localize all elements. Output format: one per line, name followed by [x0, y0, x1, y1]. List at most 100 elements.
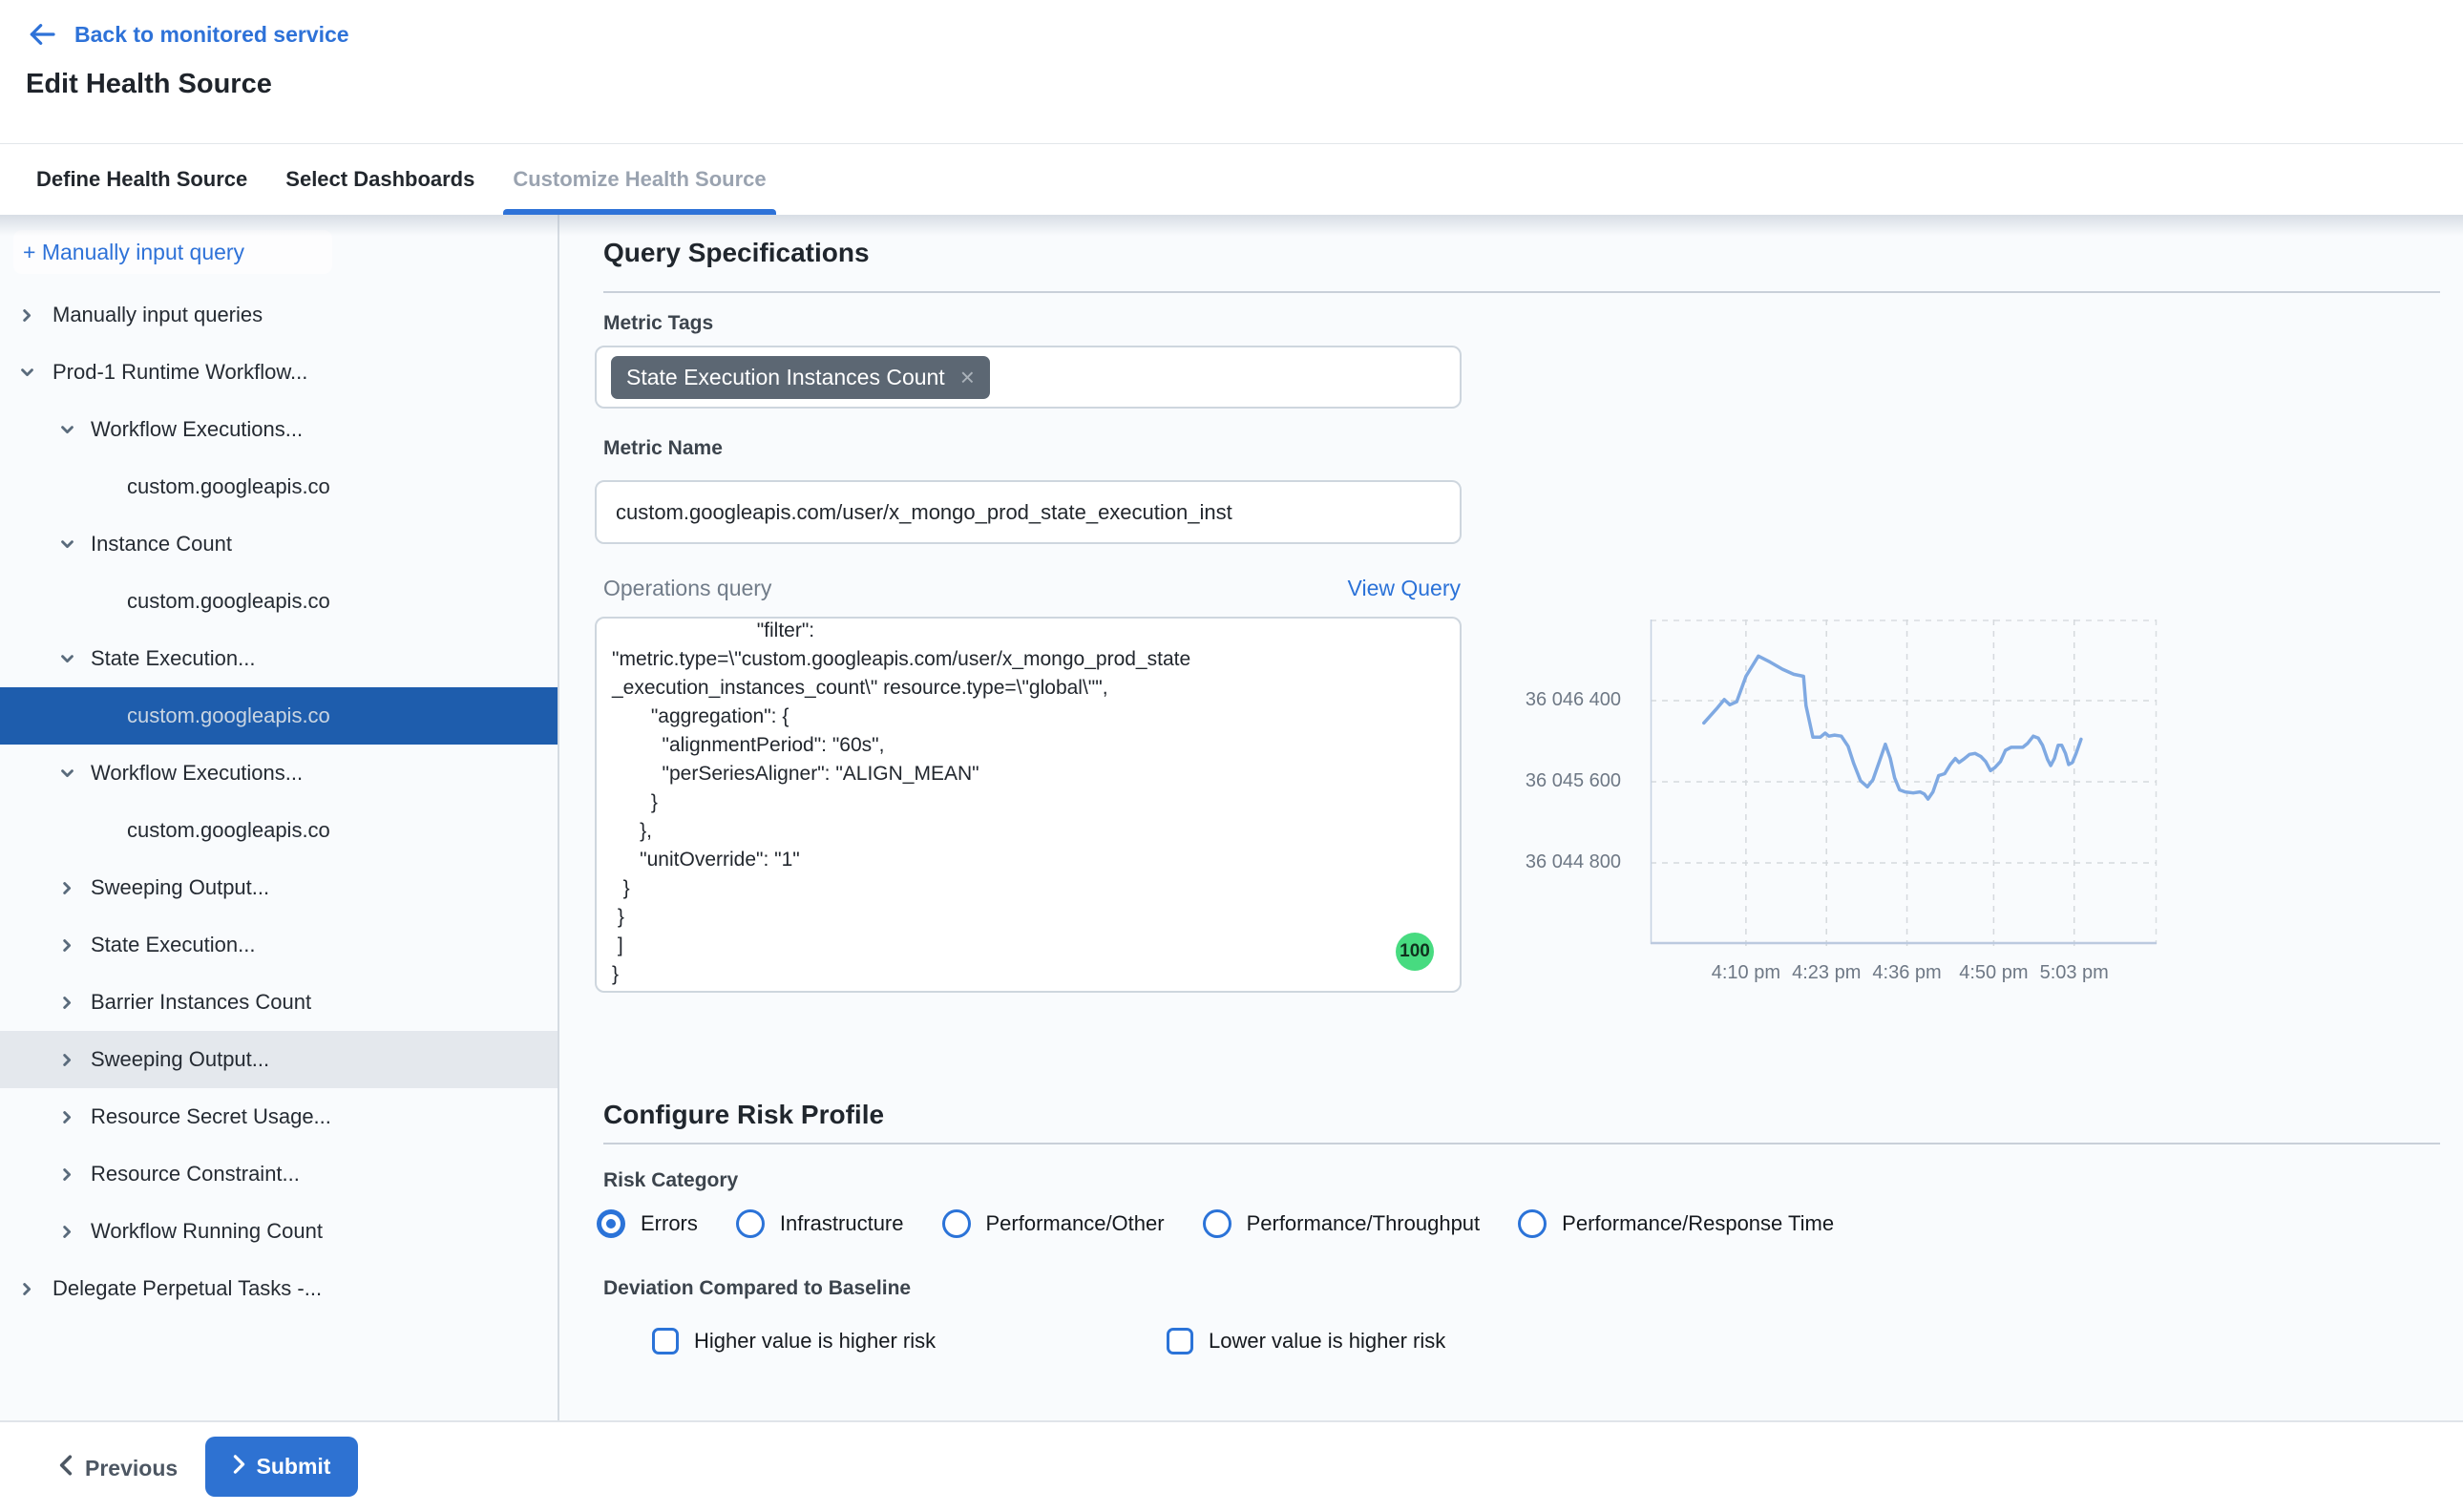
chevron-right-icon[interactable] — [59, 1109, 75, 1125]
chevron-right-icon[interactable] — [19, 307, 35, 324]
radio-icon[interactable] — [942, 1209, 971, 1238]
x-axis-tick-label: 5:03 pm — [2008, 962, 2141, 984]
checkbox-icon[interactable] — [1167, 1328, 1193, 1354]
chevron-right-icon — [233, 1454, 245, 1480]
tree-item-label: Prod-1 Runtime Workflow... — [53, 360, 307, 385]
chevron-right-icon[interactable] — [59, 995, 75, 1011]
metric-sidebar: + Manually input query Manually input qu… — [0, 215, 559, 1420]
previous-button-label: Previous — [85, 1456, 178, 1481]
metric-name-value: custom.googleapis.com/user/x_mongo_prod_… — [616, 500, 1232, 525]
tree-item-label: Manually input queries — [53, 303, 263, 327]
checkbox-icon[interactable] — [652, 1328, 679, 1354]
risk-category-label: Risk Category — [603, 1169, 738, 1192]
chevron-down-icon[interactable] — [19, 365, 35, 381]
radio-icon[interactable] — [1203, 1209, 1232, 1238]
risk-radio-performance-throughput[interactable]: Performance/Throughput — [1203, 1209, 1481, 1238]
chevron-right-icon[interactable] — [59, 880, 75, 896]
tree-item[interactable]: Resource Constraint... — [0, 1145, 558, 1203]
deviation-checkbox-lower-value-is-higher-risk[interactable]: Lower value is higher risk — [1167, 1328, 1445, 1354]
radio-icon[interactable] — [1518, 1209, 1547, 1238]
query-records-badge: 100 — [1396, 933, 1434, 971]
radio-selected-icon[interactable] — [597, 1209, 625, 1238]
tree-item-label: Resource Secret Usage... — [91, 1104, 331, 1129]
tree-item-label: custom.googleapis.co — [127, 704, 330, 728]
metric-name-label: Metric Name — [603, 437, 723, 460]
risk-radio-label: Performance/Throughput — [1247, 1211, 1481, 1236]
tree-item[interactable]: Workflow Executions... — [0, 401, 558, 458]
section-divider — [603, 1143, 2440, 1144]
tab-customize-health-source[interactable]: Customize Health Source — [503, 144, 775, 215]
tab-bar: Define Health Source Select Dashboards Cus… — [0, 143, 2463, 215]
tree-item[interactable]: Sweeping Output... — [0, 1031, 558, 1088]
tree-item-label: Resource Constraint... — [91, 1162, 300, 1186]
y-axis-tick-label: 36 045 600 — [1470, 770, 1621, 792]
tree-item-label: Delegate Perpetual Tasks -... — [53, 1276, 322, 1301]
metric-tags-input[interactable]: State Execution Instances Count × — [595, 346, 1462, 409]
view-query-link[interactable]: View Query — [1348, 576, 1461, 601]
metric-name-input[interactable]: custom.googleapis.com/user/x_mongo_prod_… — [595, 480, 1462, 544]
tree-item[interactable]: Barrier Instances Count — [0, 974, 558, 1031]
chevron-right-icon[interactable] — [59, 1166, 75, 1183]
chevron-down-icon[interactable] — [59, 651, 75, 667]
tree-item-label: Instance Count — [91, 532, 232, 556]
risk-radio-performance-response-time[interactable]: Performance/Response Time — [1518, 1209, 1834, 1238]
section-divider — [603, 291, 2440, 293]
tree-item-label: Workflow Running Count — [91, 1219, 323, 1244]
tree-item[interactable]: Prod-1 Runtime Workflow... — [0, 344, 558, 401]
chevron-down-icon[interactable] — [59, 766, 75, 782]
radio-icon[interactable] — [736, 1209, 765, 1238]
risk-radio-label: Errors — [641, 1211, 698, 1236]
metric-tag-chip[interactable]: State Execution Instances Count × — [611, 356, 990, 399]
metric-tags-label: Metric Tags — [603, 312, 713, 335]
add-manual-query-button[interactable]: + Manually input query — [13, 230, 332, 274]
risk-radio-label: Infrastructure — [780, 1211, 904, 1236]
deviation-checkbox-label: Higher value is higher risk — [694, 1329, 936, 1354]
tree-item[interactable]: custom.googleapis.co — [0, 573, 558, 630]
risk-radio-performance-other[interactable]: Performance/Other — [942, 1209, 1165, 1238]
chevron-down-icon[interactable] — [59, 422, 75, 438]
tree-item[interactable]: Delegate Perpetual Tasks -... — [0, 1260, 558, 1317]
metric-tree: Manually input queries Prod-1 Runtime Wor… — [0, 286, 558, 1317]
chevron-left-icon — [59, 1455, 73, 1481]
operations-query-editor[interactable]: "filter": "metric.type=\"custom.googleap… — [595, 617, 1462, 993]
deviation-checkbox-label: Lower value is higher risk — [1209, 1329, 1445, 1354]
tree-item[interactable]: Instance Count — [0, 515, 558, 573]
tree-item[interactable]: custom.googleapis.co — [0, 458, 558, 515]
submit-button[interactable]: Submit — [205, 1437, 358, 1497]
chevron-right-icon[interactable] — [19, 1281, 35, 1297]
chevron-right-icon[interactable] — [59, 1224, 75, 1240]
deviation-label: Deviation Compared to Baseline — [603, 1277, 911, 1300]
tree-item[interactable]: Sweeping Output... — [0, 859, 558, 916]
previous-button[interactable]: Previous — [59, 1445, 178, 1491]
metric-tag-chip-label: State Execution Instances Count — [626, 365, 945, 390]
tree-item[interactable]: Manually input queries — [0, 286, 558, 344]
tree-item-label: State Execution... — [91, 646, 255, 671]
tree-item-label: Sweeping Output... — [91, 875, 269, 900]
back-link[interactable]: Back to monitored service — [27, 21, 349, 48]
x-axis-tick-label: 4:36 pm — [1841, 962, 1974, 984]
tree-item[interactable]: Resource Secret Usage... — [0, 1088, 558, 1145]
risk-radio-infrastructure[interactable]: Infrastructure — [736, 1209, 904, 1238]
tree-item[interactable]: custom.googleapis.co — [0, 687, 558, 745]
deviation-checkbox-higher-value-is-higher-risk[interactable]: Higher value is higher risk — [652, 1328, 936, 1354]
tree-item-label: State Execution... — [91, 933, 255, 957]
chevron-down-icon[interactable] — [59, 536, 75, 553]
tree-item[interactable]: Workflow Running Count — [0, 1203, 558, 1260]
tree-item-label: custom.googleapis.co — [127, 818, 330, 843]
tree-item[interactable]: State Execution... — [0, 916, 558, 974]
back-link-label: Back to monitored service — [74, 22, 349, 48]
tree-item[interactable]: State Execution... — [0, 630, 558, 687]
chevron-right-icon[interactable] — [59, 937, 75, 954]
tree-item[interactable]: Workflow Executions... — [0, 745, 558, 802]
risk-radio-label: Performance/Response Time — [1562, 1211, 1834, 1236]
tree-item-label: custom.googleapis.co — [127, 589, 330, 614]
tab-select-dashboards[interactable]: Select Dashboards — [276, 144, 484, 215]
configure-risk-profile-title: Configure Risk Profile — [603, 1100, 884, 1130]
chip-remove-icon[interactable]: × — [960, 365, 975, 389]
x-axis-tick-label: 4:50 pm — [1926, 962, 2060, 984]
y-axis-tick-label: 36 044 800 — [1470, 851, 1621, 873]
tab-define-health-source[interactable]: Define Health Source — [27, 144, 257, 215]
tree-item[interactable]: custom.googleapis.co — [0, 802, 558, 859]
risk-radio-errors[interactable]: Errors — [597, 1209, 698, 1238]
chevron-right-icon[interactable] — [59, 1052, 75, 1068]
